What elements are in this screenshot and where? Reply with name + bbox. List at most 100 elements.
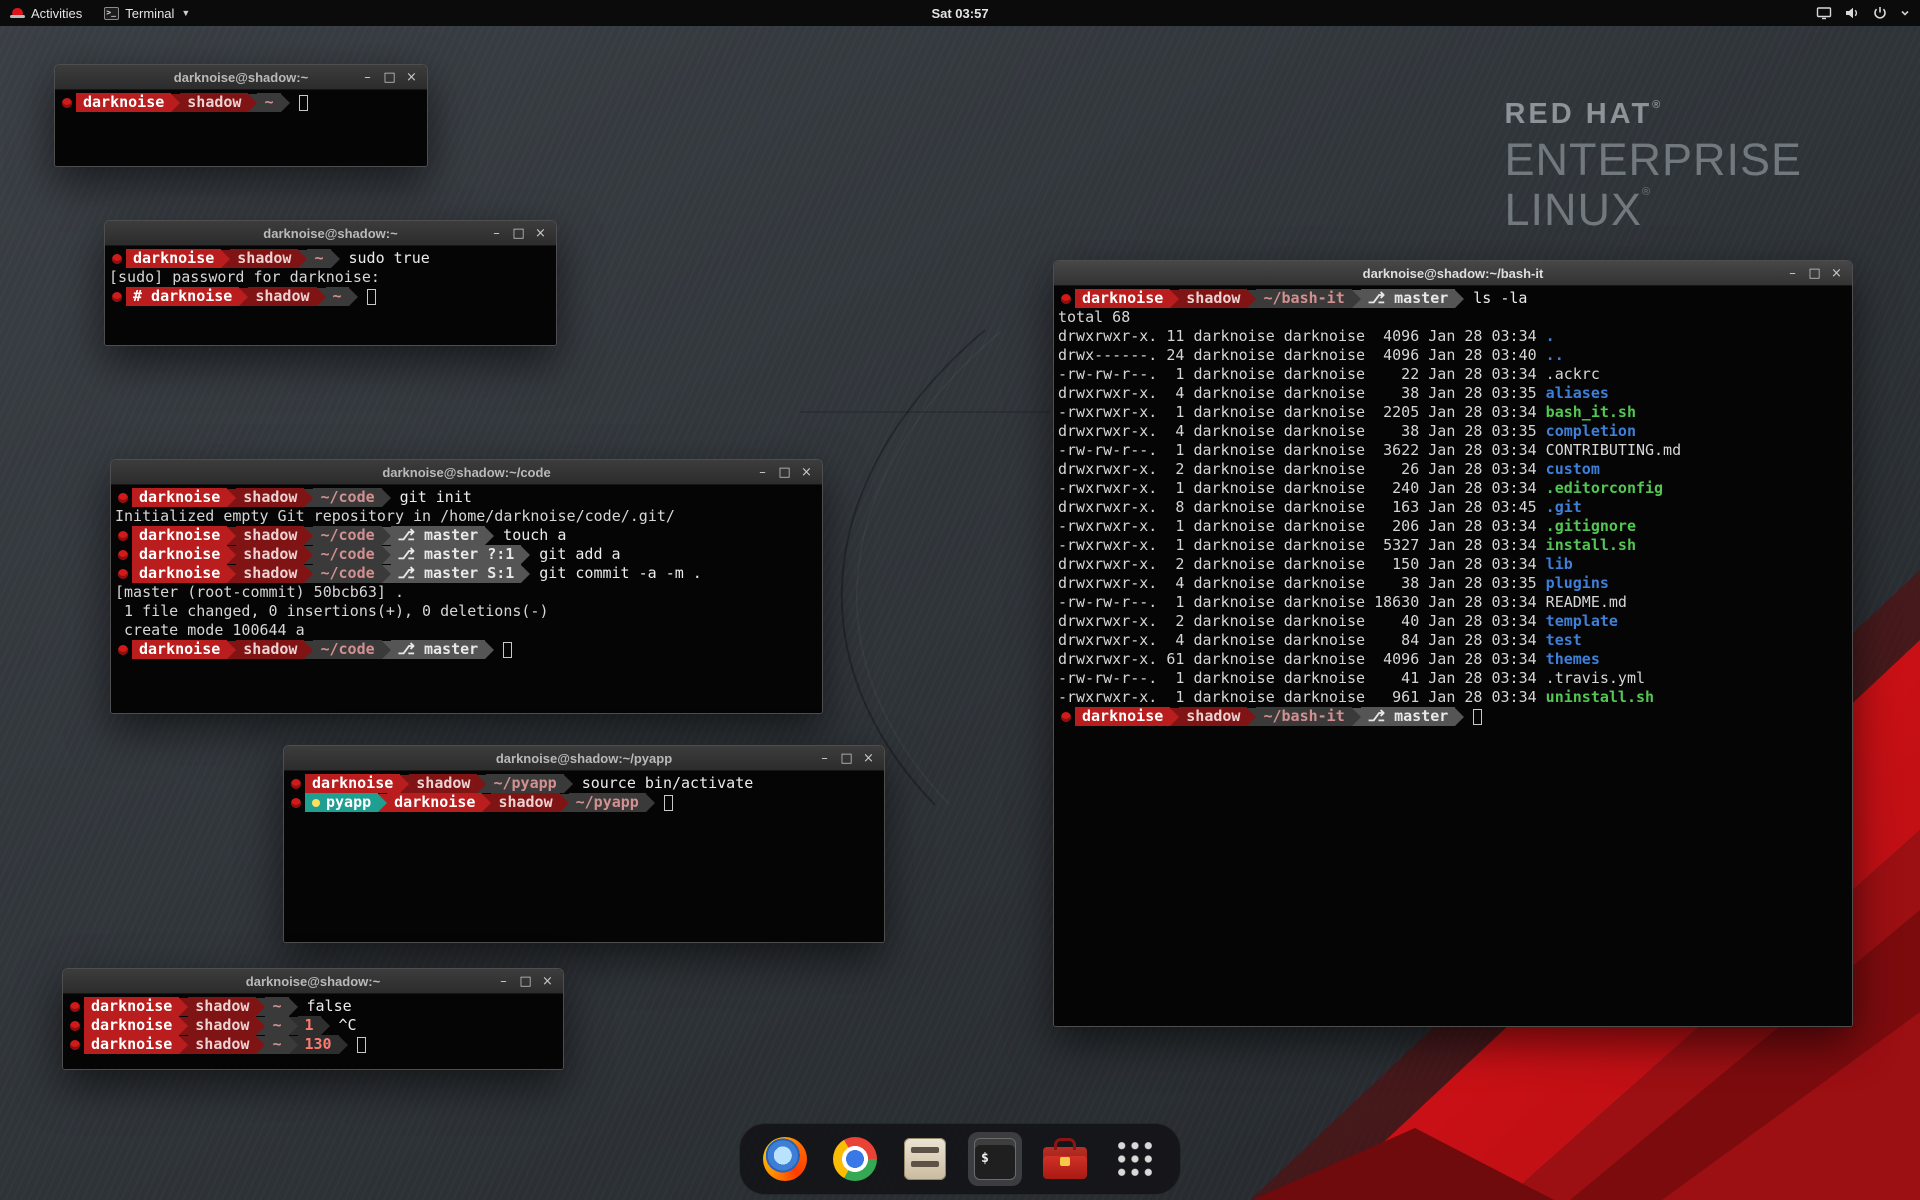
powerline-separator-icon bbox=[382, 489, 391, 507]
prompt-segment-path: ~/bash-it bbox=[1256, 289, 1351, 308]
terminal-line: darknoiseshadow~/code⎇ mastertouch a bbox=[115, 526, 818, 545]
window-titlebar[interactable]: darknoise@shadow:~/code–□× bbox=[111, 460, 822, 485]
firefox-icon bbox=[763, 1137, 807, 1181]
prompt-segment-user: darknoise bbox=[387, 793, 482, 812]
terminal-line: darknoiseshadow~ bbox=[59, 93, 423, 112]
window-titlebar[interactable]: darknoise@shadow:~–□× bbox=[63, 969, 563, 994]
window-controls: –□× bbox=[1783, 264, 1852, 283]
system-status-area[interactable] bbox=[1806, 0, 1920, 26]
file-name: .git bbox=[1546, 498, 1582, 517]
terminal-content[interactable]: darknoiseshadow~/codegit initInitialized… bbox=[111, 485, 822, 713]
terminal-window-home-1[interactable]: darknoise@shadow:~–□× darknoiseshadow~ bbox=[54, 64, 428, 167]
minimize-button[interactable]: – bbox=[358, 68, 377, 87]
terminal-content[interactable]: darknoiseshadow~/pyappsource bin/activat… bbox=[284, 771, 884, 942]
prompt-os-icon bbox=[67, 1016, 82, 1035]
command-text: sudo true bbox=[340, 249, 430, 268]
window-titlebar[interactable]: darknoise@shadow:~/pyapp–□× bbox=[284, 746, 884, 771]
output-text: -rw-rw-r--. 1 darknoise darknoise 22 Jan… bbox=[1058, 365, 1600, 384]
activities-button[interactable]: Activities bbox=[0, 0, 92, 26]
window-titlebar[interactable]: darknoise@shadow:~–□× bbox=[55, 65, 427, 90]
close-button[interactable]: × bbox=[1827, 264, 1846, 283]
powerline-separator-icon bbox=[248, 94, 257, 112]
prompt-segment-user: darknoise bbox=[84, 997, 179, 1016]
prompt-segment-host: shadow bbox=[230, 249, 298, 268]
close-button[interactable]: × bbox=[859, 749, 878, 768]
dock-item-toolbox[interactable] bbox=[1038, 1132, 1092, 1186]
prompt-segment-host: shadow bbox=[180, 93, 248, 112]
file-name: custom bbox=[1546, 460, 1600, 479]
powerline-separator-icon bbox=[564, 775, 573, 793]
terminal-window-code[interactable]: darknoise@shadow:~/code–□× darknoiseshado… bbox=[110, 459, 823, 714]
dock-item-terminal[interactable] bbox=[968, 1132, 1022, 1186]
clock-label[interactable]: Sat 03:57 bbox=[931, 6, 988, 21]
output-text: -rwxrwxr-x. 1 darknoise darknoise 240 Ja… bbox=[1058, 479, 1546, 498]
app-menu-terminal[interactable]: Terminal ▼ bbox=[92, 0, 202, 26]
minimize-button[interactable]: – bbox=[487, 224, 506, 243]
terminal-window-home-2[interactable]: darknoise@shadow:~–□×darknoiseshadow~fal… bbox=[62, 968, 564, 1070]
powerline-separator-icon bbox=[521, 546, 530, 564]
window-titlebar[interactable]: darknoise@shadow:~/bash-it–□× bbox=[1054, 261, 1852, 286]
powerline-separator-icon bbox=[646, 794, 655, 812]
minimize-button[interactable]: – bbox=[753, 463, 772, 482]
prompt-segment-status: 130 bbox=[298, 1035, 339, 1054]
terminal-content[interactable]: darknoiseshadow~/bash-it⎇ masterls -lato… bbox=[1054, 286, 1852, 1026]
maximize-button[interactable]: □ bbox=[516, 972, 535, 991]
prompt-os-icon bbox=[1058, 289, 1073, 308]
file-name: themes bbox=[1546, 650, 1600, 669]
prompt-os-icon bbox=[115, 640, 130, 659]
maximize-button[interactable]: □ bbox=[380, 68, 399, 87]
chrome-icon bbox=[833, 1137, 877, 1181]
terminal-cursor bbox=[503, 642, 512, 658]
window-controls: –□× bbox=[487, 224, 556, 243]
dock-item-firefox[interactable] bbox=[758, 1132, 812, 1186]
prompt-segment-user: darknoise bbox=[305, 774, 400, 793]
powerline-separator-icon bbox=[1352, 708, 1361, 726]
file-name: plugins bbox=[1546, 574, 1609, 593]
terminal-window-sudo[interactable]: darknoise@shadow:~–□×darknoiseshadow~sud… bbox=[104, 220, 557, 346]
prompt-segment-path: ~/code bbox=[313, 640, 381, 659]
powerline-separator-icon bbox=[1247, 290, 1256, 308]
file-name: uninstall.sh bbox=[1546, 688, 1654, 707]
window-titlebar[interactable]: darknoise@shadow:~–□× bbox=[105, 221, 556, 246]
dock-item-files[interactable] bbox=[898, 1132, 952, 1186]
close-button[interactable]: × bbox=[402, 68, 421, 87]
maximize-button[interactable]: □ bbox=[509, 224, 528, 243]
close-button[interactable]: × bbox=[538, 972, 557, 991]
maximize-button[interactable]: □ bbox=[775, 463, 794, 482]
window-controls: –□× bbox=[358, 68, 427, 87]
dock-item-app-grid[interactable] bbox=[1108, 1132, 1162, 1186]
terminal-line: drwxrwxr-x. 2 darknoise darknoise 26 Jan… bbox=[1058, 460, 1848, 479]
terminal-line: drwx------. 24 darknoise darknoise 4096 … bbox=[1058, 346, 1848, 365]
prompt-segment-user: darknoise bbox=[1075, 289, 1170, 308]
terminal-content[interactable]: darknoiseshadow~falsedarknoiseshadow~1^C… bbox=[63, 994, 563, 1069]
powerline-separator-icon bbox=[304, 489, 313, 507]
dock-item-chrome[interactable] bbox=[828, 1132, 882, 1186]
terminal-line: total 68 bbox=[1058, 308, 1848, 327]
minimize-button[interactable]: – bbox=[494, 972, 513, 991]
files-icon bbox=[904, 1138, 946, 1180]
terminal-window-pyapp[interactable]: darknoise@shadow:~/pyapp–□×darknoiseshad… bbox=[283, 745, 885, 943]
terminal-line: darknoiseshadow~false bbox=[67, 997, 559, 1016]
terminal-line: drwxrwxr-x. 8 darknoise darknoise 163 Ja… bbox=[1058, 498, 1848, 517]
powerline-separator-icon bbox=[171, 94, 180, 112]
minimize-button[interactable]: – bbox=[1783, 264, 1802, 283]
powerline-separator-icon bbox=[485, 527, 494, 545]
prompt-segment-host: shadow bbox=[236, 526, 304, 545]
powerline-separator-icon bbox=[400, 775, 409, 793]
powerline-separator-icon bbox=[321, 1017, 330, 1035]
powerline-separator-icon bbox=[331, 250, 340, 268]
terminal-content[interactable]: darknoiseshadow~sudo true[sudo] password… bbox=[105, 246, 556, 345]
maximize-button[interactable]: □ bbox=[1805, 264, 1824, 283]
powerline-separator-icon bbox=[256, 1036, 265, 1054]
terminal-window-bash-it[interactable]: darknoise@shadow:~/bash-it–□×darknoisesh… bbox=[1053, 260, 1853, 1027]
output-text: -rwxrwxr-x. 1 darknoise darknoise 961 Ja… bbox=[1058, 688, 1546, 707]
close-button[interactable]: × bbox=[531, 224, 550, 243]
maximize-button[interactable]: □ bbox=[837, 749, 856, 768]
terminal-icon bbox=[974, 1138, 1016, 1180]
close-button[interactable]: × bbox=[797, 463, 816, 482]
output-text: drwx------. 24 darknoise darknoise 4096 … bbox=[1058, 346, 1546, 365]
output-text: drwxrwxr-x. 2 darknoise darknoise 150 Ja… bbox=[1058, 555, 1546, 574]
terminal-line: Initialized empty Git repository in /hom… bbox=[115, 507, 818, 526]
terminal-content[interactable]: darknoiseshadow~ bbox=[55, 90, 427, 166]
minimize-button[interactable]: – bbox=[815, 749, 834, 768]
